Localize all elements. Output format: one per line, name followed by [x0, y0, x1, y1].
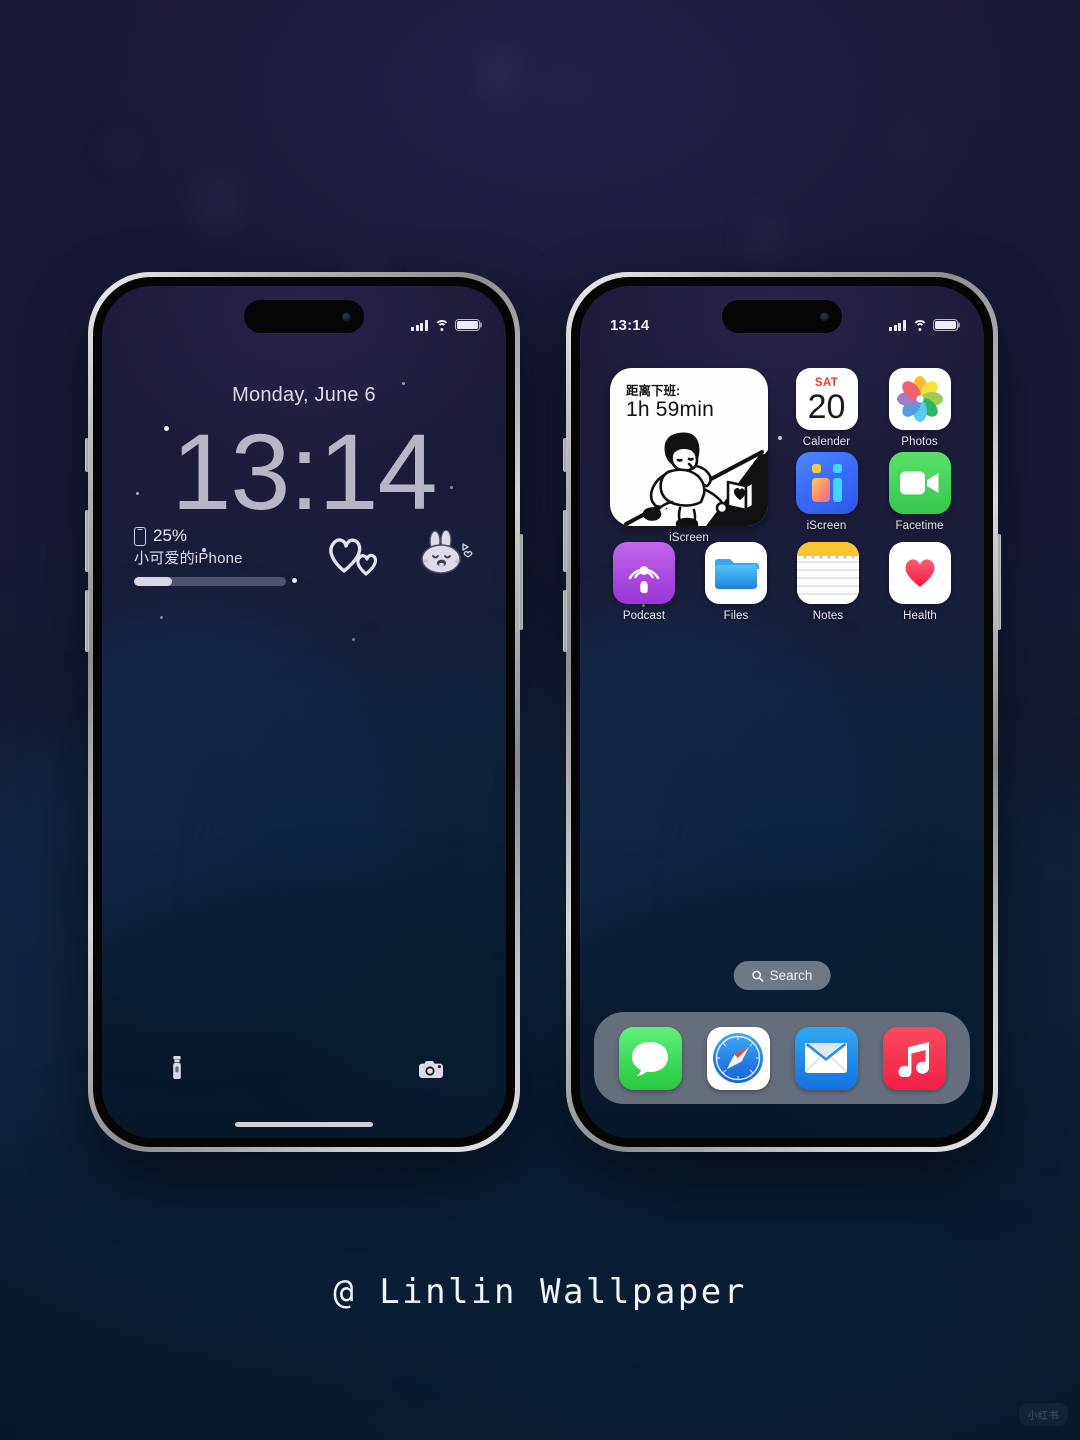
grid-row: Podcast Files Notes Health	[600, 542, 964, 622]
lock-widget-row: 25% 小可爱的iPhone	[134, 526, 478, 586]
star-dot	[352, 638, 355, 641]
screen-wave-shape	[580, 616, 880, 1036]
lock-status-bar: 13:14	[102, 286, 506, 346]
lock-clock: 13:14	[171, 411, 437, 532]
battery-percent-label: 25%	[153, 526, 188, 545]
iscreen-widget[interactable]: 距离下班: 1h 59min	[610, 368, 768, 526]
background-light-spot	[900, 120, 926, 160]
camera-button[interactable]	[414, 1052, 448, 1086]
lock-screen-display: 13:14 Monday, June 6 13:14 25%	[102, 286, 506, 1138]
iscreen-widget-cell[interactable]: 距离下班: 1h 59min iScreen	[600, 368, 778, 544]
app-health[interactable]: Health	[876, 542, 964, 622]
battery-progress-bar	[134, 577, 286, 586]
volume-down-button[interactable]	[563, 590, 567, 652]
app-notes[interactable]: Notes	[784, 542, 872, 622]
silent-switch-button[interactable]	[85, 438, 89, 472]
podcast-icon	[613, 542, 675, 604]
messages-icon[interactable]	[618, 1026, 682, 1090]
star-dot	[160, 616, 163, 619]
mail-icon[interactable]	[794, 1026, 858, 1090]
app-podcast[interactable]: Podcast	[600, 542, 688, 622]
app-files[interactable]: Files	[692, 542, 780, 622]
app-label: Podcast	[622, 610, 666, 622]
lock-screen-phone-mockup: 13:14 Monday, June 6 13:14 25%	[85, 272, 523, 1152]
home-screen-phone-mockup: 13:14 距离下班: 1h 59min iScreen SAT 20 Cale…	[563, 272, 1001, 1152]
app-grid: 距离下班: 1h 59min iScreen SAT 20 Calender P…	[600, 368, 964, 631]
background-light-spot	[110, 132, 132, 166]
app-label: Facetime	[895, 520, 944, 532]
lock-bottom-controls	[102, 1052, 506, 1086]
app-label: Photos	[901, 436, 938, 448]
wifi-icon	[912, 320, 927, 331]
widget-title: 距离下班:	[626, 384, 681, 398]
corner-watermark: 小红书	[1018, 1403, 1068, 1426]
app-label: iScreen	[806, 520, 847, 532]
calendar-day-number: 20	[807, 388, 846, 427]
device-name-label: 小可爱的iPhone	[134, 550, 243, 567]
music-icon[interactable]	[882, 1026, 946, 1090]
volume-up-button[interactable]	[85, 510, 89, 572]
app-iscreen[interactable]: iScreen	[782, 452, 871, 532]
widget-illustration	[610, 432, 768, 526]
background-light-spot	[748, 212, 782, 262]
volume-up-button[interactable]	[563, 510, 567, 572]
dock	[594, 1012, 970, 1104]
battery-widget[interactable]: 25% 小可爱的iPhone	[134, 526, 286, 586]
sticker-row	[326, 526, 478, 580]
files-icon	[705, 542, 767, 604]
bunny-sticker	[421, 530, 473, 574]
lock-date-label: Monday, June 6	[232, 384, 376, 406]
credit-watermark: @ Linlin Wallpaper	[333, 1272, 747, 1312]
volume-down-button[interactable]	[85, 590, 89, 652]
health-icon	[889, 542, 951, 604]
app-label: Health	[903, 610, 937, 622]
search-icon	[752, 970, 764, 982]
status-time: 13:14	[610, 316, 650, 334]
photos-icon	[888, 368, 951, 430]
camera-icon	[419, 1061, 443, 1078]
cellular-signal-icon	[411, 320, 428, 331]
flashlight-icon	[173, 1056, 181, 1079]
search-label: Search	[769, 968, 813, 983]
silent-switch-button[interactable]	[563, 438, 567, 472]
app-label: Files	[723, 610, 749, 622]
notes-icon	[797, 542, 859, 604]
status-indicators	[411, 319, 480, 331]
iscreen-icon	[795, 452, 858, 514]
home-indicator[interactable]	[235, 1122, 373, 1127]
flashlight-button[interactable]	[160, 1052, 194, 1086]
search-button[interactable]: Search	[733, 961, 831, 990]
home-screen-display: 13:14 距离下班: 1h 59min iScreen SAT 20 Cale…	[580, 286, 984, 1138]
background-light-spot	[196, 170, 240, 232]
app-facetime[interactable]: Facetime	[875, 452, 964, 532]
screen-wave-shape	[102, 616, 402, 1036]
hearts-sticker	[329, 538, 378, 576]
wallpaper-showcase-scene: 13:14 Monday, June 6 13:14 25%	[0, 0, 1080, 1440]
wifi-icon	[434, 320, 449, 331]
phone-bezel: 13:14 距离下班: 1h 59min iScreen SAT 20 Cale…	[571, 277, 993, 1147]
power-button[interactable]	[519, 534, 523, 630]
app-label: Notes	[812, 610, 844, 622]
home-status-bar: 13:14	[580, 286, 984, 346]
app-label: Calender	[802, 436, 851, 448]
facetime-icon	[888, 452, 951, 514]
cellular-signal-icon	[889, 320, 906, 331]
screen-wave-shape	[102, 886, 506, 1138]
calendar-icon: SAT 20	[795, 368, 858, 430]
battery-widget-row: 25%	[134, 526, 286, 546]
iphone-icon	[134, 526, 146, 546]
background-light-spot	[478, 42, 520, 104]
battery-icon	[933, 319, 958, 331]
safari-icon[interactable]	[706, 1026, 770, 1090]
power-button[interactable]	[997, 534, 1001, 630]
phone-bezel: 13:14 Monday, June 6 13:14 25%	[93, 277, 515, 1147]
battery-icon	[455, 319, 480, 331]
status-indicators	[889, 319, 958, 331]
